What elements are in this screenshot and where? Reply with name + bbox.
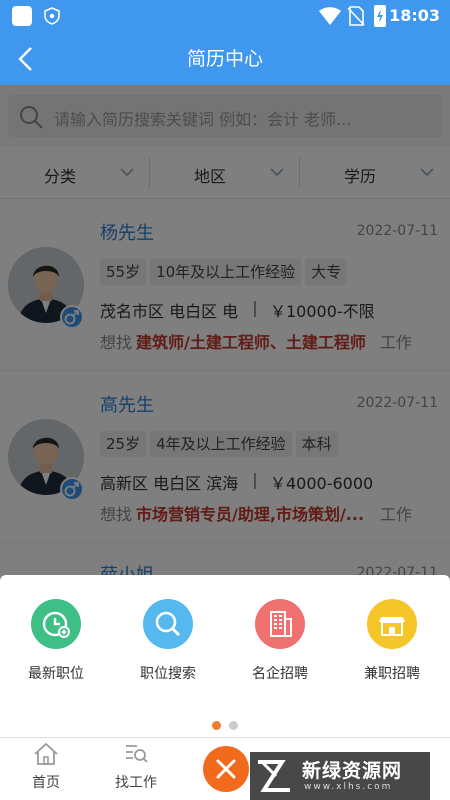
job-search-icon [126,745,148,763]
menu-latest-jobs[interactable]: 最新职位 [0,599,112,683]
close-menu-button[interactable] [203,746,249,792]
tab-find-job[interactable]: 找工作 [96,742,176,792]
menu-job-search[interactable]: 职位搜索 [112,599,224,683]
building-icon [255,599,305,649]
menu-label: 职位搜索 [140,666,196,682]
page-dot-active[interactable] [212,721,221,730]
page-dot[interactable] [229,721,238,730]
status-bar: 18:03 [0,0,450,32]
no-sim-icon [347,6,365,26]
tab-label: 首页 [32,775,60,791]
app-icon [12,6,32,26]
watermark: 新绿资源网 www.xlhs.com [250,752,430,800]
menu-label: 兼职招聘 [364,666,420,682]
quick-menu-sheet: 最新职位 职位搜索 名企招聘 兼职招聘 [0,575,450,737]
close-icon [216,759,236,779]
home-icon [34,742,58,765]
watermark-title: 新绿资源网 [302,760,403,782]
menu-label: 名企招聘 [252,666,308,682]
battery-charging-icon [374,5,386,27]
shield-icon [44,7,60,25]
page-title: 简历中心 [186,48,263,70]
watermark-url: www.xlhs.com [304,782,393,792]
clock-plus-icon [31,599,81,649]
status-time: 18:03 [389,6,440,25]
header: 简历中心 [0,32,450,85]
wifi-icon [319,7,341,25]
tab-label: 找工作 [115,775,157,791]
shop-icon [367,599,417,649]
search-icon [143,599,193,649]
bottom-tab-bar: 首页 找工作 新绿资源网 www.xlhs.com [0,737,450,800]
menu-label: 最新职位 [28,666,84,682]
watermark-logo [258,760,290,792]
menu-part-time[interactable]: 兼职招聘 [336,599,448,683]
tab-home[interactable]: 首页 [6,742,86,792]
page-indicator [0,715,450,734]
menu-famous-companies[interactable]: 名企招聘 [224,599,336,683]
